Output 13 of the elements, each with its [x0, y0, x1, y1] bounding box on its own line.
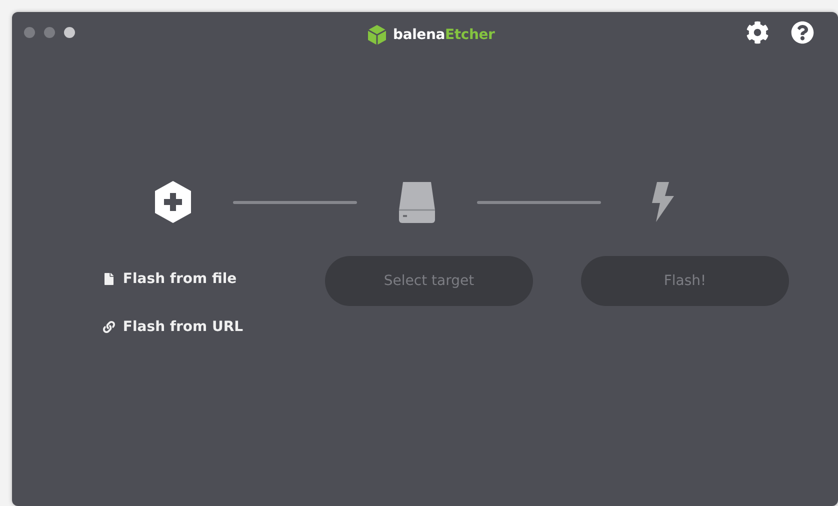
link-icon	[102, 321, 115, 333]
add-hexagon-icon[interactable]	[153, 180, 193, 224]
drive-icon	[397, 180, 437, 224]
minimize-dot[interactable]	[44, 26, 55, 38]
close-dot[interactable]	[24, 26, 35, 38]
cube-logo-icon	[367, 24, 387, 46]
file-icon	[102, 273, 115, 285]
source-link[interactable]: Flash from URL	[102, 319, 244, 335]
help-icon[interactable]	[791, 20, 814, 44]
maximize-dot[interactable]	[64, 26, 75, 38]
app-title: balenaEtcher	[393, 27, 495, 43]
settings-icon[interactable]	[746, 20, 769, 44]
source-link[interactable]: Flash from file	[102, 271, 244, 287]
